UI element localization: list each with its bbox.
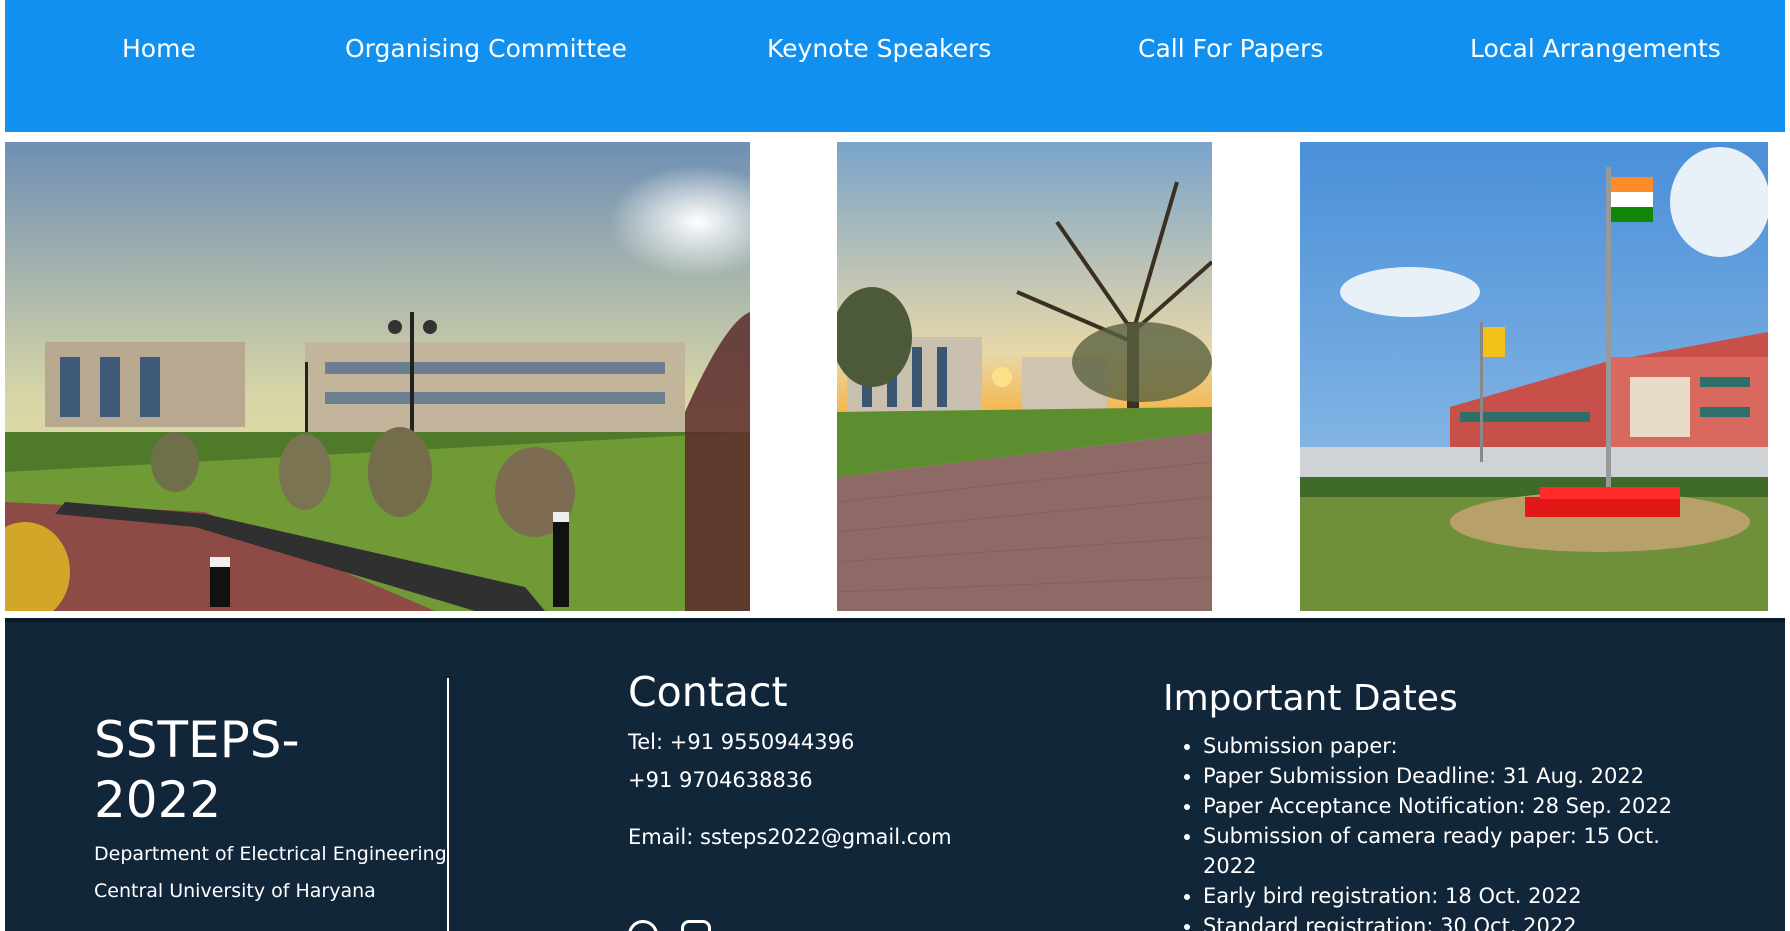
contact-heading: Contact xyxy=(628,668,788,716)
brand-title: SSTEPS-2022 xyxy=(94,711,300,829)
site-footer: SSTEPS-2022 Department of Electrical Eng… xyxy=(5,618,1785,931)
nav-home[interactable]: Home xyxy=(122,34,196,63)
contact-tel[interactable]: Tel: +91 9550944396 xyxy=(628,730,854,754)
date-item: Submission paper: xyxy=(1203,731,1703,761)
twitter-icon[interactable] xyxy=(734,920,764,931)
date-item: Submission of camera ready paper: 15 Oct… xyxy=(1203,821,1703,881)
university-name: Central University of Haryana xyxy=(94,880,376,902)
sunset-tree-photo xyxy=(837,142,1212,611)
contact-email[interactable]: Email: ssteps2022@gmail.com xyxy=(628,825,952,849)
date-item: Early bird registration: 18 Oct. 2022 xyxy=(1203,881,1703,911)
footer-divider xyxy=(447,678,449,931)
contact-tel-2[interactable]: +91 9704638836 xyxy=(628,768,813,792)
instagram-icon[interactable] xyxy=(681,920,712,931)
nav-organising-committee[interactable]: Organising Committee xyxy=(345,34,627,63)
nav-local-arrangements[interactable]: Local Arrangements xyxy=(1470,34,1721,63)
important-dates-heading: Important Dates xyxy=(1163,678,1458,719)
date-item: Paper Acceptance Notification: 28 Sep. 2… xyxy=(1203,791,1703,821)
flag-building-photo xyxy=(1300,142,1768,611)
department-name: Department of Electrical Engineering xyxy=(94,843,447,865)
page: Home Organising Committee Keynote Speake… xyxy=(5,0,1785,931)
nav-keynote-speakers[interactable]: Keynote Speakers xyxy=(767,34,991,63)
footer-top-border xyxy=(5,618,1785,622)
date-item: Paper Submission Deadline: 31 Aug. 2022 xyxy=(1203,761,1703,791)
nav-call-for-papers[interactable]: Call For Papers xyxy=(1138,34,1323,63)
date-item: Standard registration: 30 Oct. 2022 xyxy=(1203,911,1703,931)
social-links xyxy=(628,920,782,931)
top-nav: Home Organising Committee Keynote Speake… xyxy=(5,0,1785,132)
important-dates-list: Submission paper: Paper Submission Deadl… xyxy=(1163,731,1703,931)
campus-garden-photo xyxy=(5,142,750,611)
facebook-icon[interactable] xyxy=(628,920,658,931)
